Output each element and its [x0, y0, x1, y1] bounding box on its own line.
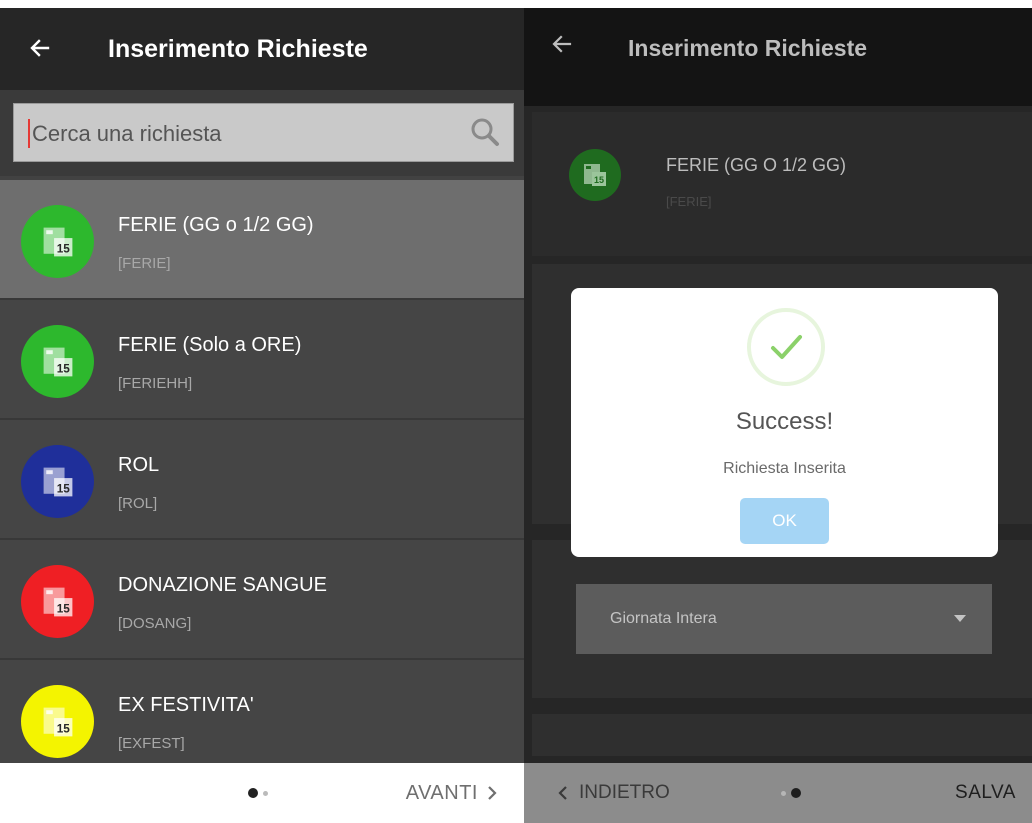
- request-avatar: 15: [21, 325, 94, 398]
- arrow-left-icon: [552, 35, 572, 53]
- page-dot: [263, 790, 268, 796]
- list-item[interactable]: 15 DONAZIONE SANGUE [DOSANG]: [0, 540, 524, 660]
- success-dialog: Success! Richiesta Inserita OK: [571, 288, 998, 557]
- request-code: [EXFEST]: [118, 735, 185, 752]
- calendar-icon: 15: [43, 587, 72, 616]
- chevron-right-icon: [488, 786, 497, 800]
- calendar-icon: 15: [43, 227, 72, 256]
- success-icon-circle: [747, 308, 825, 386]
- form-section: [532, 714, 1032, 756]
- request-name: EX FESTIVITA': [118, 694, 254, 716]
- text-cursor: [28, 119, 30, 148]
- calendar-icon: 15: [43, 707, 72, 736]
- list-item[interactable]: 15 EX FESTIVITA' [EXFEST]: [0, 660, 524, 780]
- request-list-screen: Inserimento Richieste Cerca una richiest…: [0, 8, 524, 823]
- page-dot-active: [248, 788, 258, 798]
- app-bar: Inserimento Richieste: [0, 8, 524, 90]
- request-code: [ROL]: [118, 495, 158, 512]
- duration-section: Giornata Intera: [532, 540, 1032, 698]
- pager-footer: INDIETRO SALVA: [524, 763, 1032, 823]
- search-icon[interactable]: [469, 116, 501, 148]
- request-code: [FERIE]: [666, 194, 712, 209]
- duration-value: Giornata Intera: [610, 610, 717, 627]
- svg-text:15: 15: [56, 482, 70, 495]
- app-bar: Inserimento Richieste: [524, 8, 1032, 106]
- calendar-icon: 15: [43, 467, 72, 496]
- request-name: FERIE (GG O 1/2 GG): [666, 155, 847, 175]
- page-title: Inserimento Richieste: [108, 35, 368, 63]
- svg-text:15: 15: [594, 175, 604, 185]
- ok-button[interactable]: OK: [740, 498, 829, 544]
- request-name: DONAZIONE SANGUE: [118, 574, 327, 596]
- list-item[interactable]: 15 ROL [ROL]: [0, 420, 524, 540]
- request-code: [FERIEHH]: [118, 375, 193, 392]
- page-indicator: [781, 788, 801, 798]
- page-dot-active: [791, 788, 801, 798]
- request-name: FERIE (GG o 1/2 GG): [118, 214, 314, 236]
- request-avatar: 15: [21, 565, 94, 638]
- caret-down-icon: [954, 615, 966, 622]
- dialog-title: Success!: [735, 408, 834, 435]
- request-avatar: 15: [21, 685, 94, 758]
- next-label: AVANTI: [405, 782, 478, 804]
- svg-text:15: 15: [56, 602, 70, 615]
- back-button[interactable]: [550, 32, 578, 60]
- back-step-label: INDIETRO: [579, 782, 670, 803]
- checkmark-icon: [771, 335, 802, 359]
- calendar-icon: 15: [43, 347, 72, 376]
- request-avatar: 15: [21, 205, 94, 278]
- search-bar: Cerca una richiesta: [0, 90, 524, 176]
- page-dot: [781, 790, 786, 796]
- search-placeholder: Cerca una richiesta: [32, 121, 222, 146]
- back-step-button[interactable]: INDIETRO: [557, 763, 670, 823]
- list-item[interactable]: 15 FERIE (GG o 1/2 GG) [FERIE]: [0, 180, 524, 300]
- request-avatar: 15: [21, 445, 94, 518]
- svg-text:15: 15: [56, 362, 70, 375]
- list-item[interactable]: 15 FERIE (Solo a ORE) [FERIEHH]: [0, 300, 524, 420]
- pager-footer: AVANTI: [0, 763, 524, 823]
- request-code: [DOSANG]: [118, 615, 192, 632]
- selected-request-card: 15 FERIE (GG O 1/2 GG) [FERIE]: [532, 112, 1032, 256]
- next-button[interactable]: AVANTI: [406, 763, 498, 823]
- svg-text:15: 15: [56, 242, 70, 255]
- page-indicator: [248, 788, 268, 798]
- duration-select[interactable]: Giornata Intera: [576, 584, 992, 654]
- chevron-left-icon: [558, 786, 567, 800]
- page-title: Inserimento Richieste: [628, 35, 868, 61]
- request-name: ROL: [118, 454, 160, 476]
- request-avatar: 15: [569, 149, 621, 201]
- request-list: 15 FERIE (GG o 1/2 GG) [FERIE] 15 FERIE (Sol…: [0, 180, 524, 780]
- save-button[interactable]: SALVA: [955, 763, 1016, 823]
- arrow-left-icon: [30, 39, 50, 57]
- request-code: [FERIE]: [118, 255, 171, 272]
- dialog-message: Richiesta Inserita: [723, 460, 846, 477]
- search-input[interactable]: Cerca una richiesta: [13, 103, 514, 162]
- svg-text:15: 15: [56, 722, 70, 735]
- back-button[interactable]: [24, 32, 56, 64]
- request-name: FERIE (Solo a ORE): [118, 334, 302, 356]
- calendar-icon: 15: [584, 164, 606, 186]
